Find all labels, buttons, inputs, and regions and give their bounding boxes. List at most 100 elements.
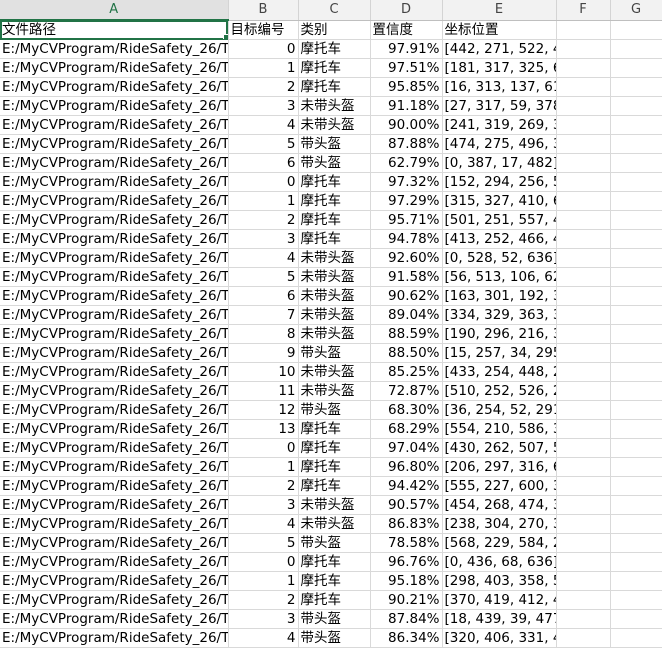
cell-file-path[interactable]: E:/MyCVProgram/RideSafety_26/T <box>0 305 229 325</box>
cell-confidence[interactable]: 78.58% <box>370 533 443 553</box>
cell-class[interactable]: 未带头盔 <box>298 286 371 306</box>
cell-file-path[interactable]: E:/MyCVProgram/RideSafety_26/T <box>0 628 229 648</box>
header-cell-f[interactable] <box>556 20 611 40</box>
cell-class[interactable]: 摩托车 <box>298 39 371 59</box>
cell-coordinates[interactable]: [433, 254, 448, 281] <box>442 362 557 382</box>
cell-empty[interactable] <box>610 153 662 173</box>
cell-empty[interactable] <box>556 495 611 515</box>
cell-coordinates[interactable]: [181, 317, 325, 639] <box>442 58 557 78</box>
cell-target-id[interactable]: 4 <box>228 514 299 534</box>
header-cell-class[interactable]: 类别 <box>298 20 371 40</box>
cell-file-path[interactable]: E:/MyCVProgram/RideSafety_26/T <box>0 96 229 116</box>
cell-coordinates[interactable]: [554, 210, 586, 301] <box>442 419 557 439</box>
spreadsheet-grid[interactable]: A B C D E F G 文件路径 目标编号 类别 置信度 坐标位置 E:/M… <box>0 0 662 651</box>
cell-empty[interactable] <box>556 381 611 401</box>
cell-target-id[interactable]: 3 <box>228 96 299 116</box>
cell-coordinates[interactable]: [320, 406, 331, 432] <box>442 628 557 648</box>
cell-empty[interactable] <box>556 248 611 268</box>
cell-confidence[interactable]: 97.29% <box>370 191 443 211</box>
cell-empty[interactable] <box>610 495 662 515</box>
cell-file-path[interactable]: E:/MyCVProgram/RideSafety_26/T <box>0 514 229 534</box>
header-cell-target-id[interactable]: 目标编号 <box>228 20 299 40</box>
cell-class[interactable]: 摩托车 <box>298 552 371 572</box>
cell-empty[interactable] <box>610 58 662 78</box>
cell-class[interactable]: 摩托车 <box>298 191 371 211</box>
cell-coordinates[interactable]: [238, 304, 270, 370] <box>442 514 557 534</box>
cell-class[interactable]: 摩托车 <box>298 476 371 496</box>
cell-empty[interactable] <box>610 172 662 192</box>
cell-empty[interactable] <box>556 58 611 78</box>
cell-empty[interactable] <box>610 628 662 648</box>
cell-confidence[interactable]: 88.50% <box>370 343 443 363</box>
cell-class[interactable]: 带头盔 <box>298 134 371 154</box>
cell-coordinates[interactable]: [442, 271, 522, 498] <box>442 39 557 59</box>
cell-target-id[interactable]: 3 <box>228 609 299 629</box>
cell-class[interactable]: 未带头盔 <box>298 267 371 287</box>
cell-empty[interactable] <box>610 115 662 135</box>
cell-empty[interactable] <box>556 343 611 363</box>
cell-class[interactable]: 未带头盔 <box>298 115 371 135</box>
fill-handle[interactable] <box>222 34 227 39</box>
cell-confidence[interactable]: 94.42% <box>370 476 443 496</box>
cell-target-id[interactable]: 0 <box>228 552 299 572</box>
cell-empty[interactable] <box>610 438 662 458</box>
cell-empty[interactable] <box>556 172 611 192</box>
cell-class[interactable]: 未带头盔 <box>298 305 371 325</box>
cell-coordinates[interactable]: [56, 513, 106, 624] <box>442 267 557 287</box>
cell-target-id[interactable]: 2 <box>228 590 299 610</box>
cell-empty[interactable] <box>556 191 611 211</box>
cell-target-id[interactable]: 11 <box>228 381 299 401</box>
cell-file-path[interactable]: E:/MyCVProgram/RideSafety_26/T <box>0 476 229 496</box>
cell-file-path[interactable]: E:/MyCVProgram/RideSafety_26/T <box>0 191 229 211</box>
cell-target-id[interactable]: 12 <box>228 400 299 420</box>
cell-confidence[interactable]: 62.79% <box>370 153 443 173</box>
cell-empty[interactable] <box>556 153 611 173</box>
cell-target-id[interactable]: 0 <box>228 172 299 192</box>
cell-confidence[interactable]: 95.18% <box>370 571 443 591</box>
cell-confidence[interactable]: 87.84% <box>370 609 443 629</box>
cell-target-id[interactable]: 7 <box>228 305 299 325</box>
cell-empty[interactable] <box>556 609 611 629</box>
cell-target-id[interactable]: 0 <box>228 438 299 458</box>
cell-empty[interactable] <box>610 305 662 325</box>
cell-confidence[interactable]: 91.58% <box>370 267 443 287</box>
cell-empty[interactable] <box>556 362 611 382</box>
cell-file-path[interactable]: E:/MyCVProgram/RideSafety_26/T <box>0 343 229 363</box>
cell-coordinates[interactable]: [501, 251, 557, 440] <box>442 210 557 230</box>
cell-coordinates[interactable]: [15, 257, 34, 295] <box>442 343 557 363</box>
cell-class[interactable]: 摩托车 <box>298 58 371 78</box>
cell-file-path[interactable]: E:/MyCVProgram/RideSafety_26/T <box>0 590 229 610</box>
cell-confidence[interactable]: 95.85% <box>370 77 443 97</box>
cell-file-path[interactable]: E:/MyCVProgram/RideSafety_26/T <box>0 210 229 230</box>
cell-class[interactable]: 摩托车 <box>298 210 371 230</box>
cell-empty[interactable] <box>556 134 611 154</box>
cell-file-path[interactable]: E:/MyCVProgram/RideSafety_26/T <box>0 39 229 59</box>
cell-empty[interactable] <box>610 362 662 382</box>
column-header-f[interactable]: F <box>556 0 611 21</box>
cell-class[interactable]: 摩托车 <box>298 457 371 477</box>
cell-target-id[interactable]: 1 <box>228 457 299 477</box>
cell-empty[interactable] <box>556 305 611 325</box>
cell-file-path[interactable]: E:/MyCVProgram/RideSafety_26/T <box>0 267 229 287</box>
cell-empty[interactable] <box>556 286 611 306</box>
cell-confidence[interactable]: 96.76% <box>370 552 443 572</box>
cell-target-id[interactable]: 3 <box>228 229 299 249</box>
cell-confidence[interactable]: 96.80% <box>370 457 443 477</box>
cell-target-id[interactable]: 4 <box>228 248 299 268</box>
cell-confidence[interactable]: 92.60% <box>370 248 443 268</box>
cell-empty[interactable] <box>610 533 662 553</box>
cell-coordinates[interactable]: [27, 317, 59, 378] <box>442 96 557 116</box>
cell-confidence[interactable]: 91.18% <box>370 96 443 116</box>
column-header-g[interactable]: G <box>610 0 662 21</box>
cell-empty[interactable] <box>556 571 611 591</box>
cell-empty[interactable] <box>556 324 611 344</box>
cell-empty[interactable] <box>556 457 611 477</box>
cell-class[interactable]: 摩托车 <box>298 571 371 591</box>
cell-coordinates[interactable]: [454, 268, 474, 304] <box>442 495 557 515</box>
cell-coordinates[interactable]: [190, 296, 216, 343] <box>442 324 557 344</box>
cell-empty[interactable] <box>610 400 662 420</box>
column-header-a[interactable]: A <box>0 0 229 21</box>
cell-coordinates[interactable]: [241, 319, 269, 373] <box>442 115 557 135</box>
cell-coordinates[interactable]: [206, 297, 316, 640] <box>442 457 557 477</box>
cell-confidence[interactable]: 89.04% <box>370 305 443 325</box>
